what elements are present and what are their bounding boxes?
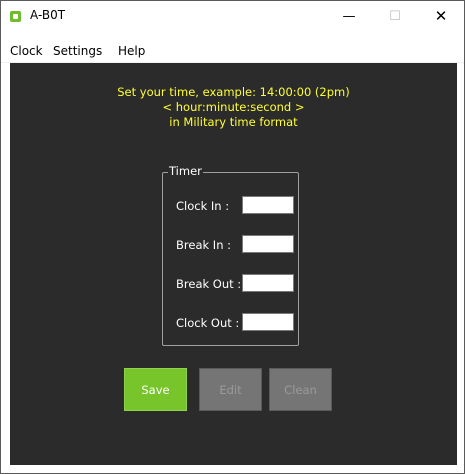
clean-button[interactable]: Clean [269, 368, 332, 411]
instruction-line-1: Set your time, example: 14:00:00 (2pm) [117, 85, 350, 99]
instructions: Set your time, example: 14:00:00 (2pm) <… [10, 85, 457, 130]
menu-clock[interactable]: Clock [10, 44, 43, 58]
break-in-label: Break In : [176, 238, 232, 252]
main-panel: Set your time, example: 14:00:00 (2pm) <… [10, 63, 457, 465]
timer-groupbox: Timer Clock In : Break In : Break Out : … [162, 164, 299, 346]
clock-in-input[interactable] [242, 196, 294, 214]
save-button[interactable]: Save [124, 368, 187, 411]
menu-settings[interactable]: Settings [53, 44, 102, 58]
app-logo-icon [10, 11, 21, 22]
instruction-line-2: < hour:minute:second > [162, 100, 305, 114]
menu-bar: Clock Settings Help [1, 42, 464, 62]
menu-help[interactable]: Help [118, 44, 145, 58]
break-in-input[interactable] [242, 235, 294, 253]
edit-button[interactable]: Edit [199, 368, 262, 411]
break-out-label: Break Out : [176, 277, 242, 291]
app-window: A-B0T — ☐ ✕ Clock Settings Help Set your… [0, 0, 465, 474]
timer-group-title: Timer [168, 164, 203, 179]
title-bar[interactable]: A-B0T — ☐ ✕ [1, 1, 464, 31]
clock-in-label: Clock In : [176, 199, 230, 213]
clock-out-label: Clock Out : [176, 316, 240, 330]
break-out-input[interactable] [242, 274, 294, 292]
window-title: A-B0T [30, 8, 66, 22]
instruction-line-3: in Military time format [169, 115, 298, 129]
close-button[interactable]: ✕ [418, 1, 464, 31]
maximize-button[interactable]: ☐ [372, 1, 418, 31]
minimize-button[interactable]: — [326, 1, 372, 31]
clock-out-input[interactable] [242, 313, 294, 331]
